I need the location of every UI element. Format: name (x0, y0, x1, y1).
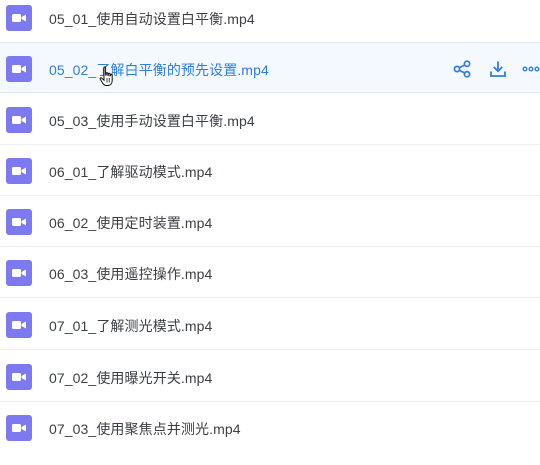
file-row[interactable]: 07_03_使用聚焦点并测光.mp4 (0, 402, 540, 453)
file-list: 05_01_使用自动设置白平衡.mp4 05_02_了解白平衡的预先设置.mp4 (0, 0, 540, 465)
more-icon (522, 66, 540, 72)
file-name[interactable]: 05_03_使用手动设置白平衡.mp4 (49, 111, 255, 131)
file-name[interactable]: 07_02_使用曝光开关.mp4 (49, 368, 212, 388)
file-name[interactable]: 07_03_使用聚焦点并测光.mp4 (49, 419, 241, 439)
share-button[interactable] (451, 58, 473, 80)
file-name[interactable]: 06_03_使用遥控操作.mp4 (49, 264, 212, 284)
file-row[interactable]: 06_03_使用遥控操作.mp4 (0, 247, 540, 298)
file-name[interactable]: 05_01_使用自动设置白平衡.mp4 (49, 9, 255, 29)
more-button[interactable] (522, 58, 540, 80)
file-row-active[interactable]: 05_02_了解白平衡的预先设置.mp4 (0, 42, 540, 93)
video-file-icon (6, 56, 32, 82)
video-file-icon (6, 107, 32, 133)
share-icon (453, 60, 471, 78)
video-file-icon (6, 260, 32, 286)
file-row[interactable]: 06_01_了解驱动模式.mp4 (0, 145, 540, 196)
video-file-icon (6, 364, 32, 390)
file-name[interactable]: 06_01_了解驱动模式.mp4 (49, 162, 212, 182)
video-file-icon (6, 158, 32, 184)
file-name[interactable]: 07_01_了解测光模式.mp4 (49, 316, 212, 336)
download-icon (490, 61, 506, 77)
file-name[interactable]: 05_02_了解白平衡的预先设置.mp4 (49, 60, 269, 80)
file-row[interactable]: 07_02_使用曝光开关.mp4 (0, 351, 540, 402)
file-row[interactable]: 05_01_使用自动设置白平衡.mp4 (0, 0, 540, 43)
video-file-icon (6, 312, 32, 338)
file-name[interactable]: 06_02_使用定时装置.mp4 (49, 213, 212, 233)
video-file-icon (6, 209, 32, 235)
file-row[interactable]: 06_02_使用定时装置.mp4 (0, 196, 540, 247)
video-file-icon (6, 415, 32, 441)
file-row[interactable]: 07_01_了解测光模式.mp4 (0, 299, 540, 350)
download-button[interactable] (487, 58, 509, 80)
file-row[interactable]: 05_03_使用手动设置白平衡.mp4 (0, 94, 540, 145)
video-file-icon (6, 5, 32, 31)
